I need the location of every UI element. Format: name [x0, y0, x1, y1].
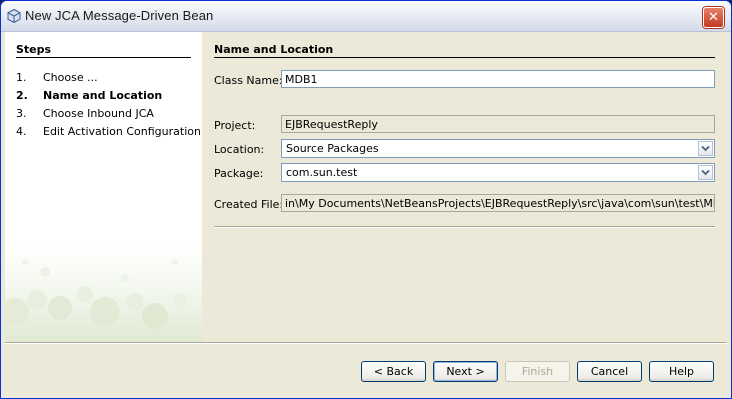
- step-label: Name and Location: [43, 89, 163, 102]
- package-combobox[interactable]: com.sun.test: [281, 163, 715, 182]
- chevron-down-icon[interactable]: [698, 165, 713, 180]
- section-separator: [214, 226, 715, 228]
- window-title: New JCA Message-Driven Bean: [25, 8, 214, 23]
- help-button[interactable]: Help: [649, 361, 714, 382]
- created-file-field: in\My Documents\NetBeansProjects\EJBRequ…: [281, 194, 715, 212]
- location-dropdown[interactable]: Source Packages: [281, 139, 715, 158]
- step-number: 2.: [16, 89, 28, 102]
- steps-divider: [16, 57, 191, 58]
- chevron-down-icon[interactable]: [698, 141, 713, 156]
- finish-button[interactable]: Finish: [505, 361, 570, 382]
- step-number: 1.: [16, 71, 27, 84]
- class-name-input[interactable]: MDB1: [281, 70, 715, 88]
- package-value: com.sun.test: [286, 166, 358, 179]
- close-icon: ✕: [708, 10, 719, 25]
- step-number: 4.: [16, 125, 27, 138]
- wizard-window: New JCA Message-Driven Bean ✕ Steps 1. C…: [0, 0, 732, 399]
- next-button[interactable]: Next >: [433, 361, 498, 382]
- footer-separator: [5, 342, 727, 344]
- cancel-button[interactable]: Cancel: [577, 361, 642, 382]
- section-divider: [214, 57, 715, 58]
- decorative-bubbles-graphic: [5, 242, 202, 342]
- steps-title: Steps: [16, 43, 52, 56]
- content-panel: Name and Location Class Name: MDB1 Proje…: [202, 32, 730, 342]
- step-label: Choose Inbound JCA: [43, 107, 154, 120]
- back-button[interactable]: < Back: [361, 361, 426, 382]
- step-label: Choose ...: [43, 71, 98, 84]
- created-file-label: Created File:: [214, 198, 284, 211]
- location-value: Source Packages: [286, 142, 379, 155]
- close-button[interactable]: ✕: [703, 7, 724, 28]
- step-label: Edit Activation Configuration: [43, 125, 201, 138]
- project-field: EJBRequestReply: [281, 115, 715, 133]
- step-number: 3.: [16, 107, 27, 120]
- section-title: Name and Location: [214, 43, 334, 56]
- location-label: Location:: [214, 143, 265, 156]
- project-label: Project:: [214, 119, 256, 132]
- package-label: Package:: [214, 167, 264, 180]
- title-bar[interactable]: New JCA Message-Driven Bean ✕: [1, 1, 731, 32]
- steps-panel: Steps 1. Choose ... 2. Name and Location…: [5, 32, 202, 342]
- netbeans-cube-icon: [7, 9, 21, 23]
- class-name-label: Class Name:: [214, 74, 283, 87]
